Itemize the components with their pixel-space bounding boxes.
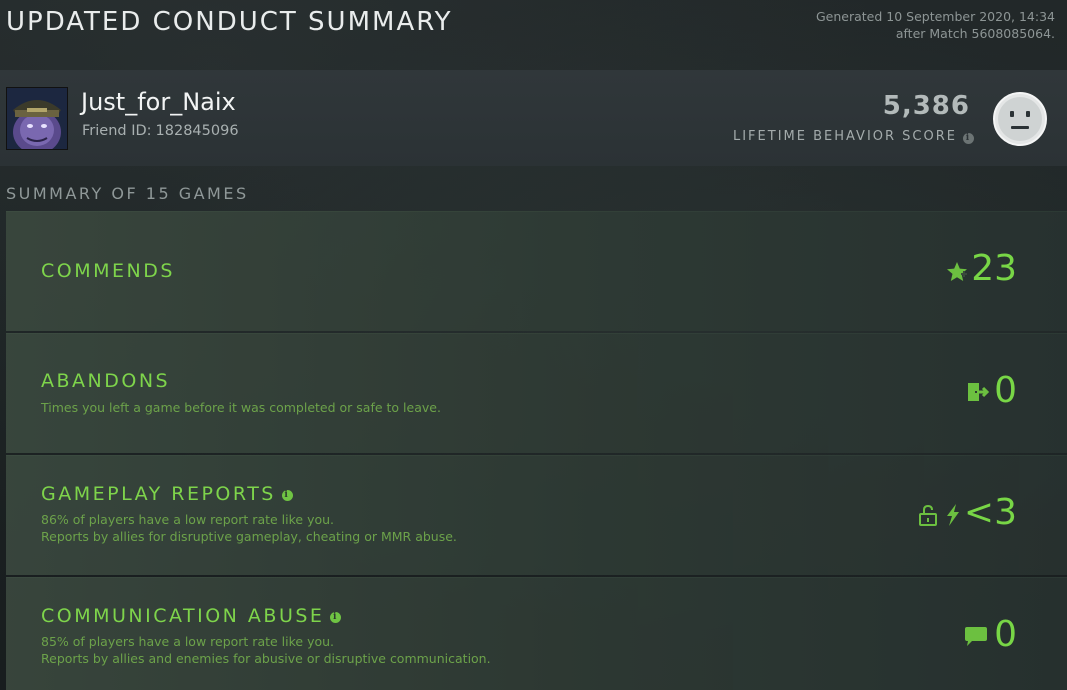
- gameplay-reports-description: 86% of players have a low report rate li…: [41, 511, 457, 545]
- page-title: UPDATED CONDUCT SUMMARY: [6, 7, 453, 37]
- hero-portrait-icon: [7, 88, 67, 149]
- gameplay-reports-value: <3: [963, 492, 1017, 533]
- star-icon: [947, 262, 967, 281]
- communication-abuse-description: 85% of players have a low report rate li…: [41, 633, 491, 667]
- abandons-desc-line: Times you left a game before it was comp…: [41, 400, 441, 415]
- commends-card: COMMENDS 23: [6, 211, 1067, 331]
- friend-id-label: Friend ID:: [82, 123, 152, 139]
- commends-title: COMMENDS: [41, 260, 175, 282]
- behavior-score-label-text: LIFETIME BEHAVIOR SCORE: [732, 129, 957, 144]
- gameplay-reports-desc-line: 86% of players have a low report rate li…: [41, 512, 335, 527]
- behavior-score-value: 5,386: [882, 91, 970, 121]
- info-icon[interactable]: i: [281, 490, 293, 501]
- generated-date: Generated 10 September 2020, 14:34: [815, 9, 1055, 24]
- communication-abuse-card: COMMUNICATION ABUSE i 85% of players have…: [6, 577, 1067, 690]
- communication-abuse-desc-line: 85% of players have a low report rate li…: [41, 634, 335, 649]
- lightning-icon: [947, 504, 959, 526]
- gameplay-reports-desc-line: Reports by allies for disruptive gamepla…: [41, 529, 457, 544]
- commends-value: 23: [971, 248, 1017, 289]
- generated-info: Generated 10 September 2020, 14:34 after…: [816, 8, 1055, 42]
- neutral-face-icon: [993, 92, 1047, 146]
- avatar[interactable]: [6, 87, 68, 150]
- gameplay-reports-card: GAMEPLAY REPORTS i 86% of players have a …: [6, 455, 1067, 575]
- gameplay-reports-title-text: GAMEPLAY REPORTS: [41, 483, 276, 505]
- communication-abuse-title: COMMUNICATION ABUSE i: [41, 605, 342, 627]
- abandons-value: 0: [994, 370, 1017, 411]
- info-icon[interactable]: i: [330, 612, 342, 623]
- abandons-description: Times you left a game before it was comp…: [41, 399, 441, 416]
- communication-abuse-title-text: COMMUNICATION ABUSE: [41, 605, 325, 627]
- abandons-card: ABANDONS Times you left a game before it…: [6, 333, 1067, 453]
- chat-bubble-icon: [965, 627, 987, 646]
- player-name: Just_for_Naix: [81, 88, 236, 116]
- friend-id: Friend ID: 182845096: [82, 123, 239, 139]
- behavior-score-label: LIFETIME BEHAVIOR SCORE i: [733, 129, 974, 144]
- communication-abuse-value: 0: [994, 614, 1017, 655]
- unlock-icon: [919, 504, 937, 526]
- abandons-title: ABANDONS: [41, 370, 171, 392]
- summary-heading: SUMMARY OF 15 GAMES: [6, 184, 249, 203]
- friend-id-value: 182845096: [155, 123, 239, 139]
- communication-abuse-desc-line: Reports by allies and enemies for abusiv…: [41, 651, 491, 666]
- info-icon[interactable]: i: [963, 133, 974, 144]
- generated-match: after Match 5608085064.: [895, 26, 1055, 41]
- gameplay-reports-title: GAMEPLAY REPORTS i: [41, 483, 293, 505]
- exit-door-icon: [968, 383, 989, 401]
- player-bar: Just_for_Naix Friend ID: 182845096 5,386 …: [0, 70, 1067, 166]
- conduct-summary-page: UPDATED CONDUCT SUMMARY Generated 10 Sep…: [0, 0, 1067, 690]
